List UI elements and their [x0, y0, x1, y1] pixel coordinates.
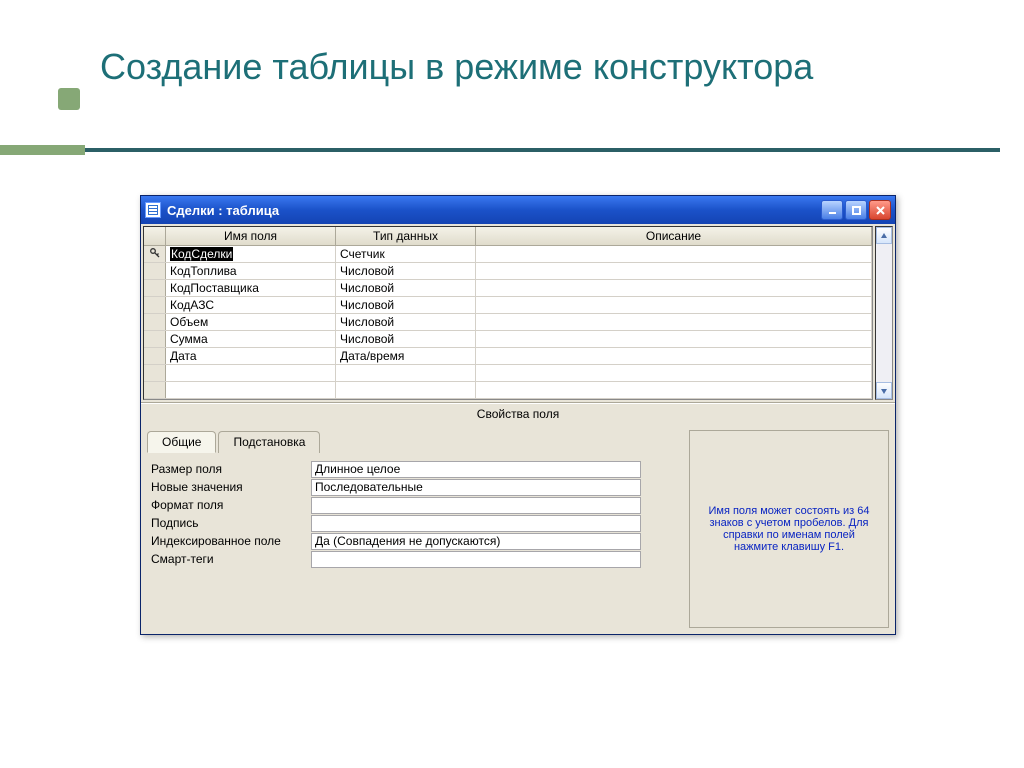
- property-label: Смарт-теги: [151, 552, 311, 566]
- property-row: Индексированное полеДа (Совпадения не до…: [151, 532, 677, 550]
- field-type-cell[interactable]: Числовой: [336, 263, 476, 279]
- bullet-decor: [58, 88, 80, 110]
- table-row[interactable]: [144, 382, 872, 399]
- field-desc-cell[interactable]: [476, 297, 872, 313]
- access-table-designer-window: Сделки : таблица Имя поля Тип данных Опи…: [140, 195, 896, 635]
- field-desc-cell[interactable]: [476, 331, 872, 347]
- field-type-cell[interactable]: [336, 382, 476, 398]
- help-text: Имя поля может состоять из 64 знаков с у…: [702, 505, 876, 553]
- slide-title: Создание таблицы в режиме конструктора: [100, 45, 813, 88]
- title-underline: [0, 148, 1000, 152]
- property-value-input[interactable]: Последовательные: [311, 479, 641, 496]
- property-value-input[interactable]: Длинное целое: [311, 461, 641, 478]
- field-desc-cell[interactable]: [476, 382, 872, 398]
- col-header-fieldname[interactable]: Имя поля: [166, 227, 336, 245]
- property-value-input[interactable]: [311, 551, 641, 568]
- field-type-cell[interactable]: Числовой: [336, 280, 476, 296]
- close-button[interactable]: [869, 200, 891, 220]
- field-desc-cell[interactable]: [476, 314, 872, 330]
- col-header-datatype[interactable]: Тип данных: [336, 227, 476, 245]
- property-label: Размер поля: [151, 462, 311, 476]
- table-row[interactable]: КодТопливаЧисловой: [144, 263, 872, 280]
- property-row: Подпись: [151, 514, 677, 532]
- table-row[interactable]: КодСделкиСчетчик: [144, 246, 872, 263]
- row-selector[interactable]: [144, 348, 166, 364]
- property-value-input[interactable]: [311, 497, 641, 514]
- row-selector[interactable]: [144, 297, 166, 313]
- table-row[interactable]: КодАЗСЧисловой: [144, 297, 872, 314]
- field-properties-label: Свойства поля: [141, 403, 895, 424]
- help-pane: Имя поля может состоять из 64 знаков с у…: [689, 430, 889, 628]
- property-label: Новые значения: [151, 480, 311, 494]
- property-label: Подпись: [151, 516, 311, 530]
- maximize-button[interactable]: [845, 200, 867, 220]
- col-header-description[interactable]: Описание: [476, 227, 872, 245]
- primary-key-icon: [149, 247, 161, 262]
- field-name-cell[interactable]: КодТоплива: [166, 263, 336, 279]
- property-label: Формат поля: [151, 498, 311, 512]
- property-label: Индексированное поле: [151, 534, 311, 548]
- field-name-cell[interactable]: [166, 382, 336, 398]
- table-row[interactable]: ОбъемЧисловой: [144, 314, 872, 331]
- field-name-cell[interactable]: КодПоставщика: [166, 280, 336, 296]
- property-row: Смарт-теги: [151, 550, 677, 568]
- fields-grid-area: Имя поля Тип данных Описание КодСделкиСч…: [141, 224, 895, 403]
- window-titlebar[interactable]: Сделки : таблица: [141, 196, 895, 224]
- property-tabs: Общие Подстановка: [147, 431, 681, 453]
- field-name-cell[interactable]: Объем: [166, 314, 336, 330]
- fields-grid[interactable]: Имя поля Тип данных Описание КодСделкиСч…: [143, 226, 873, 400]
- row-selector[interactable]: [144, 331, 166, 347]
- field-name-cell[interactable]: КодСделки: [166, 246, 336, 262]
- row-selector[interactable]: [144, 246, 166, 262]
- field-type-cell[interactable]: Дата/время: [336, 348, 476, 364]
- field-type-cell[interactable]: Числовой: [336, 331, 476, 347]
- scroll-down-button[interactable]: [876, 382, 892, 399]
- row-selector[interactable]: [144, 365, 166, 381]
- field-desc-cell[interactable]: [476, 365, 872, 381]
- table-row[interactable]: [144, 365, 872, 382]
- row-selector[interactable]: [144, 263, 166, 279]
- property-row: Размер поляДлинное целое: [151, 460, 677, 478]
- tab-lookup[interactable]: Подстановка: [218, 431, 320, 453]
- property-row: Формат поля: [151, 496, 677, 514]
- field-desc-cell[interactable]: [476, 246, 872, 262]
- grid-scrollbar[interactable]: [875, 226, 893, 400]
- field-type-cell[interactable]: Счетчик: [336, 246, 476, 262]
- field-name-cell[interactable]: [166, 365, 336, 381]
- field-desc-cell[interactable]: [476, 348, 872, 364]
- table-icon: [145, 202, 161, 218]
- scroll-up-button[interactable]: [876, 227, 892, 244]
- properties-area: Общие Подстановка Размер поляДлинное цел…: [141, 424, 895, 634]
- field-name-cell[interactable]: Сумма: [166, 331, 336, 347]
- property-value-input[interactable]: [311, 515, 641, 532]
- field-desc-cell[interactable]: [476, 280, 872, 296]
- table-row[interactable]: КодПоставщикаЧисловой: [144, 280, 872, 297]
- window-title: Сделки : таблица: [167, 203, 821, 218]
- row-selector[interactable]: [144, 314, 166, 330]
- table-row[interactable]: СуммаЧисловой: [144, 331, 872, 348]
- field-type-cell[interactable]: Числовой: [336, 297, 476, 313]
- field-desc-cell[interactable]: [476, 263, 872, 279]
- row-selector[interactable]: [144, 280, 166, 296]
- table-row[interactable]: ДатаДата/время: [144, 348, 872, 365]
- row-selector[interactable]: [144, 382, 166, 398]
- property-row: Новые значенияПоследовательные: [151, 478, 677, 496]
- field-name-cell[interactable]: Дата: [166, 348, 336, 364]
- property-value-input[interactable]: Да (Совпадения не допускаются): [311, 533, 641, 550]
- minimize-button[interactable]: [821, 200, 843, 220]
- grid-header: Имя поля Тип данных Описание: [144, 227, 872, 246]
- properties-list: Размер поляДлинное целоеНовые значенияПо…: [147, 452, 681, 628]
- scroll-track[interactable]: [876, 244, 892, 382]
- tab-general[interactable]: Общие: [147, 431, 216, 453]
- field-name-cell[interactable]: КодАЗС: [166, 297, 336, 313]
- field-type-cell[interactable]: [336, 365, 476, 381]
- field-type-cell[interactable]: Числовой: [336, 314, 476, 330]
